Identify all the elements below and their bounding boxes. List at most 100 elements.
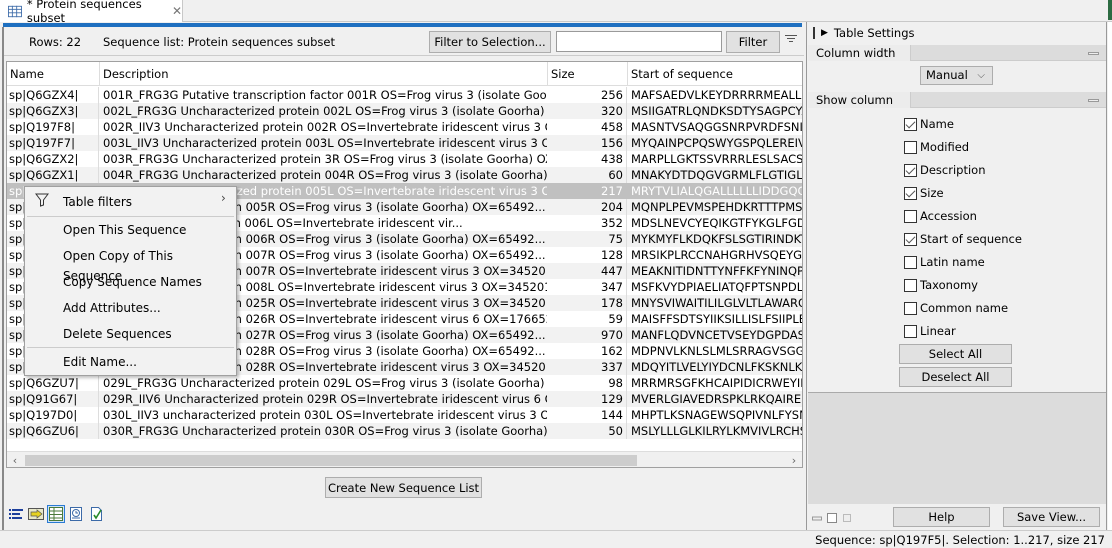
show-column-checkbox-row[interactable]: Latin name [904,254,985,270]
scroll-left-icon[interactable]: ‹ [7,452,23,467]
show-column-checkbox-row[interactable]: Size [904,185,944,201]
cell-size: 458 [547,119,627,135]
column-header-size[interactable]: Size [548,62,628,86]
show-column-checkbox-row[interactable]: Accession [904,208,977,224]
history-icon[interactable] [68,506,84,522]
table-row[interactable]: sp|Q197F8| 002R_IIV3 Uncharacterized prot… [7,119,802,135]
checkbox-label: Start of sequence [920,232,1022,246]
table-view-icon[interactable] [47,505,65,523]
show-column-checkbox-row[interactable]: Common name [904,300,1008,316]
column-header-description[interactable]: Description [100,62,548,86]
menu-item-add-attributes[interactable]: Add Attributes... [63,298,161,318]
cell-name: sp|Q6GZX3| [7,103,99,119]
collapse-icon[interactable] [1088,99,1099,102]
close-icon[interactable]: ✕ [172,4,182,18]
text-view-icon[interactable] [8,506,24,522]
cell-size: 337 [547,359,627,375]
select-all-button[interactable]: Select All [899,344,1012,364]
column-width-dropdown[interactable]: Manual ⌵ [920,66,993,85]
column-header-name[interactable]: Name [7,62,100,86]
horizontal-scrollbar[interactable]: ‹ › [7,451,802,467]
cell-name: sp|Q6GZX4| [7,87,99,103]
menu-item-copy-sequence-names[interactable]: Copy Sequence Names [63,272,202,292]
cell-size: 204 [547,199,627,215]
checkbox-label: Name [920,117,954,131]
show-column-label: Show column [808,92,911,108]
collapse-icon[interactable] [1088,52,1099,55]
status-text: Sequence: sp|Q197F5|. Selection: 1..217,… [815,533,1105,547]
table-row[interactable]: sp|Q6GZU6| 030R_FRG3G Uncharacterized pro… [7,423,802,439]
table-row[interactable]: sp|Q6GZX4| 001R_FRG3G Putative transcript… [7,87,802,103]
side-panel-header[interactable]: ▶ Table Settings [807,22,1106,44]
checkbox[interactable] [904,255,917,269]
cell-start-of-sequence: MNAKYDTDQGVGRMLFLGTIGLAVVVG [631,168,803,182]
show-column-checkbox-row[interactable]: Description [904,162,986,178]
checkbox[interactable] [904,163,917,177]
cell-start-of-sequence: MQNPLPEVMSPEHDKRTTTPMSKEANK [631,200,803,214]
table-row[interactable]: sp|Q6GZX3| 002L_FRG3G Uncharacterized pro… [7,103,802,119]
table-row[interactable]: sp|Q91G67| 029R_IIV6 Uncharacterized prot… [7,391,802,407]
validation-icon[interactable] [88,506,104,522]
table-row[interactable]: sp|Q6GZX2| 003R_FRG3G Uncharacterized pro… [7,151,802,167]
column-header-start-of-sequence[interactable]: Start of sequence [628,62,802,86]
checkbox[interactable] [904,278,917,292]
checkbox[interactable] [904,140,917,154]
rows-count: Rows: 22 [29,35,82,49]
expand-arrow-icon[interactable]: ▶ [821,28,828,38]
show-column-checkbox-row[interactable]: Name [904,116,954,132]
create-new-sequence-list-button[interactable]: Create New Sequence List [325,477,482,498]
deselect-all-button[interactable]: Deselect All [899,367,1012,387]
save-view-button[interactable]: Save View... [1003,507,1100,527]
checkbox[interactable] [904,324,917,338]
table-row[interactable]: sp|Q6GZU7| 029L_FRG3G Uncharacterized pro… [7,375,802,391]
table-row[interactable]: sp|Q197F7| 003L_IIV3 Uncharacterized prot… [7,135,802,151]
menu-item-open-this-sequence[interactable]: Open This Sequence [63,220,186,240]
cell-start-of-sequence: MDPNVLKNLSLMLSRRAGVSGGEPPRM [631,344,802,358]
checkbox[interactable] [904,186,917,200]
show-column-checkbox-row[interactable]: Start of sequence [904,231,1022,247]
table-row[interactable]: sp|Q6GZX1| 004R_FRG3G Uncharacterized pro… [7,167,803,183]
status-bar: Sequence: sp|Q197F5|. Selection: 1..217,… [0,530,1112,548]
checkbox-label: Linear [920,324,956,338]
filter-input[interactable] [556,31,722,52]
table-icon [8,5,22,17]
cell-start-of-sequence: MYQAINPCPQSWYGSPQLEREIVCKM [631,136,802,150]
menu-item-edit-name[interactable]: Edit Name... [63,352,137,372]
cell-description: 003L_IIV3 Uncharacterized protein 003L O… [103,136,547,150]
table-row[interactable]: sp|Q197D0| 030L_IIV3 uncharacterized prot… [7,407,802,423]
cell-size: 320 [547,103,627,119]
cell-start-of-sequence: MYKMYFLKDQKFSLSGTIRINDKTQSEY [631,232,802,246]
checkbox[interactable] [904,301,917,315]
cell-size: 156 [547,135,627,151]
filter-button[interactable]: Filter [726,31,780,53]
checkbox[interactable] [904,232,917,246]
cell-name: sp|Q6GZU7| [7,375,99,391]
checkbox[interactable] [904,117,917,131]
cell-start-of-sequence: MRSIKPLRCCNAHGRHVSQEYGRCTLL [631,248,803,262]
cell-start-of-sequence: MANFLQDVNCETVSEYDGPDASIPEGV [631,328,802,342]
cell-size: 217 [547,183,627,199]
scrollbar-thumb[interactable] [25,455,637,466]
cell-description: 001R_FRG3G Putative transcription factor… [103,88,547,102]
menu-item-delete-sequences[interactable]: Delete Sequences [63,324,172,344]
cell-start-of-sequence: MNYSVIWAITILILGLVLTLAWARQNPT [631,296,802,310]
show-column-checkbox-row[interactable]: Linear [904,323,956,339]
panel-actions-icon[interactable] [812,512,852,524]
help-button[interactable]: Help [893,507,990,527]
show-column-checkbox-row[interactable]: Taxonomy [904,277,978,293]
cell-start-of-sequence: MAISFFSDTSYIIKSILLISLFSIIPLEDEV [631,312,802,326]
cell-start-of-sequence: MVERLGIAVEDRSPKLRKQAIRERFVLF [631,392,802,406]
menu-item-table-filters[interactable]: Table filters [63,192,132,212]
cell-name: sp|Q197F7| [7,135,99,151]
filter-to-selection-button[interactable]: Filter to Selection... [429,31,551,53]
filter-options-icon[interactable] [785,35,797,47]
menu-item-open-copy[interactable]: Open Copy of This Sequence [63,246,236,283]
column-width-section: Column width [808,45,1106,61]
table-toolbar: Rows: 22 Sequence list: Protein sequence… [4,27,804,56]
editor-tab[interactable]: * Protein sequences subset ✕ [0,0,183,25]
cell-size: 75 [547,231,627,247]
annotation-table-icon[interactable] [28,506,44,522]
checkbox[interactable] [904,209,917,223]
show-column-checkbox-row[interactable]: Modified [904,139,969,155]
scroll-right-icon[interactable]: › [786,452,802,467]
